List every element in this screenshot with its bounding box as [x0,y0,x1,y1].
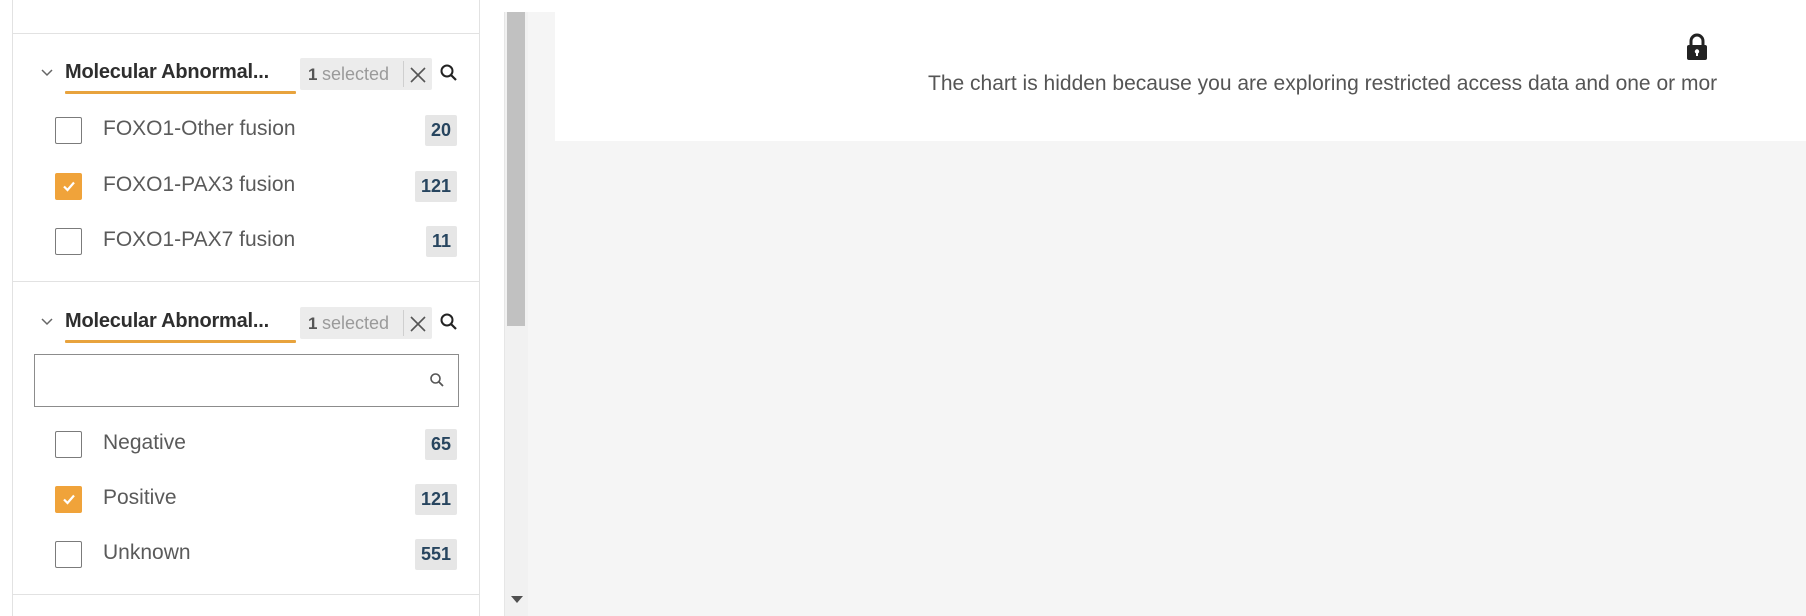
list-item[interactable]: Positive 121 [13,476,479,524]
count-badge: 11 [425,226,457,257]
checkbox[interactable] [55,431,82,458]
list-item[interactable]: Negative 65 [13,421,479,469]
search-icon[interactable] [439,63,459,83]
option-label[interactable]: Positive [103,486,177,510]
checkbox[interactable] [55,173,82,200]
option-label[interactable]: FOXO1-PAX7 fusion [103,228,295,252]
option-label[interactable]: FOXO1-Other fusion [103,117,296,141]
facet-title-underline [65,91,296,94]
selected-count: 1 [308,65,318,84]
facet-title-underline [65,340,296,343]
selected-pill: 1 selected [300,307,432,339]
count-badge: 551 [414,539,457,570]
scroll-down-arrow-icon[interactable] [511,596,523,603]
facet-search-input[interactable] [34,354,459,407]
scrollbar-thumb[interactable] [507,12,525,326]
clear-selection-icon[interactable] [408,314,428,334]
chevron-down-icon[interactable] [41,316,53,328]
selected-label: selected [322,64,390,84]
facet-title[interactable]: Molecular Abnormal... [65,310,295,333]
facet-header[interactable]: Molecular Abnormal... 1 selected [13,53,479,94]
checkbox[interactable] [55,541,82,568]
count-badge: 65 [424,429,457,460]
option-label[interactable]: Negative [103,431,186,455]
checkbox[interactable] [55,228,82,255]
divider [13,33,479,34]
option-label[interactable]: FOXO1-PAX3 fusion [103,173,295,197]
lock-icon [1687,33,1707,60]
count-badge: 121 [414,484,457,515]
facet-header[interactable]: Molecular Abnormal... 1 selected [13,302,479,343]
facet-title[interactable]: Molecular Abnormal... [65,61,295,84]
divider [13,594,479,595]
list-item[interactable]: FOXO1-Other fusion 20 [13,107,479,155]
selected-label: selected [322,313,390,333]
selected-count: 1 [308,314,318,333]
checkmark-icon [63,181,75,192]
checkbox[interactable] [55,117,82,144]
checkbox[interactable] [55,486,82,513]
filter-panel: Molecular Abnormal... 1 selected FOXO1-O… [12,0,480,616]
list-item[interactable]: FOXO1-PAX7 fusion 11 [13,218,479,266]
list-item[interactable]: FOXO1-PAX3 fusion 121 [13,163,479,211]
list-item[interactable]: Unknown 551 [13,531,479,579]
pill-divider [403,310,404,336]
count-badge: 20 [424,115,457,146]
search-icon [430,373,444,387]
option-label[interactable]: Unknown [103,541,191,565]
divider [13,281,479,282]
pill-divider [403,61,404,87]
chart-hidden-message: The chart is hidden because you are expl… [928,72,1718,95]
selected-pill: 1 selected [300,58,432,90]
clear-selection-icon[interactable] [408,65,428,85]
count-badge: 121 [414,171,457,202]
checkmark-icon [63,494,75,505]
search-icon[interactable] [439,312,459,332]
chevron-down-icon[interactable] [41,67,53,79]
